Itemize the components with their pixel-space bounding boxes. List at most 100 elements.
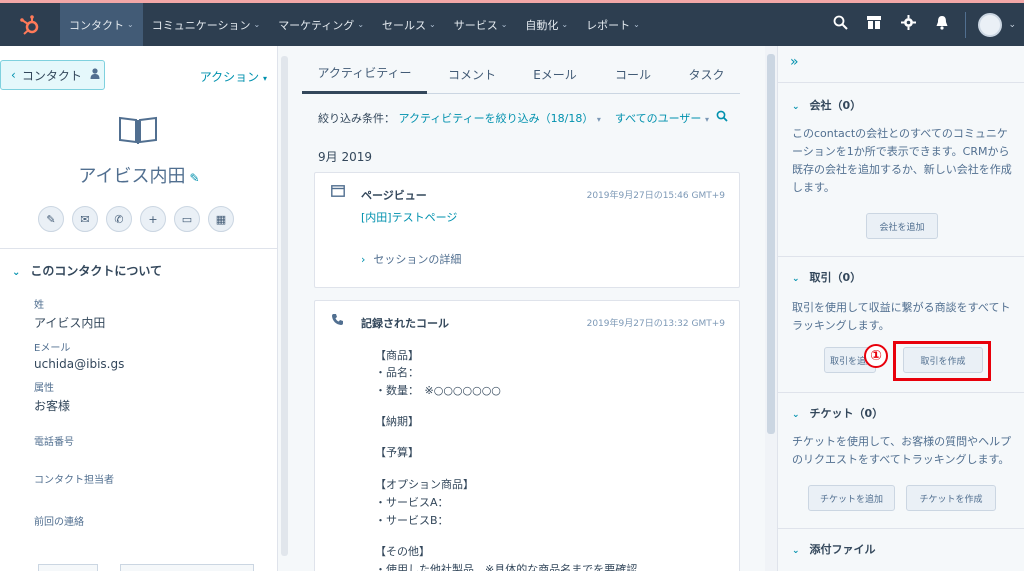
note-icon[interactable]: ✎ (38, 206, 64, 232)
view-all-properties-button[interactable] (38, 564, 98, 571)
settings-icon[interactable] (891, 15, 925, 34)
email-icon[interactable]: ✉ (72, 206, 98, 232)
meeting-icon[interactable]: ▭ (174, 206, 200, 232)
nav-contacts[interactable]: コンタクト ⌄ (60, 3, 143, 46)
tickets-section: ⌄ チケット（0） チケットを使用して、お客様の質問やヘルプのリクエストをすべてト… (778, 392, 1024, 528)
call-note-line: ・数量： ※○○○○○○○ (375, 384, 501, 397)
activity-timeline: アクティビティー コメント Eメール コール タスク 絞り込み条件： アクティビ… (290, 46, 765, 571)
add-ticket-button[interactable]: チケットを追加 (808, 485, 895, 511)
chevron-down-icon: ⌄ (633, 20, 640, 29)
nav-conversations[interactable]: コミュニケーション ⌄ (143, 3, 269, 46)
call-note-line: 【納期】 (375, 415, 419, 428)
deals-section-header[interactable]: ⌄ 取引（0） (792, 269, 861, 285)
chevron-down-icon: ⌄ (127, 20, 134, 29)
chevron-down-icon: ⌄ (561, 20, 569, 29)
step-number-badge: ① (864, 344, 888, 368)
nav-reports[interactable]: レポート ⌄ (577, 3, 649, 46)
property-phone[interactable]: 電話番号 (34, 433, 74, 448)
month-header: 9月 2019 (318, 150, 372, 164)
tab-notes[interactable]: コメント (427, 54, 517, 94)
companies-section: ⌄ 会社（0） このcontactの会社とのすべてのコミュニケーションを1か所で表… (778, 82, 1024, 256)
page-link[interactable]: [内田]テストページ (361, 209, 457, 225)
search-icon[interactable] (716, 110, 729, 125)
chevron-down-icon: ⌄ (429, 20, 436, 29)
timeline-tabs: アクティビティー コメント Eメール コール タスク (302, 54, 740, 94)
calendar-icon[interactable]: ▦ (208, 206, 234, 232)
caret-down-icon: ▾ (704, 115, 709, 124)
call-note-line: 【商品】 (375, 349, 419, 362)
quick-action-buttons: ✎ ✉ ✆ + ▭ ▦ (38, 206, 242, 232)
chevron-down-icon: ⌄ (792, 546, 800, 556)
caret-down-icon: ▾ (262, 74, 267, 83)
chevron-left-icon: ‹ (11, 68, 16, 82)
nav-separator (965, 11, 967, 38)
filter-users-dropdown[interactable]: すべてのユーザー ▾ (615, 112, 709, 125)
tab-activity[interactable]: アクティビティー (302, 54, 427, 94)
nav-sales[interactable]: セールス ⌄ (373, 3, 445, 46)
chevron-down-icon[interactable]: ⌄ (1008, 20, 1016, 30)
pageview-card: ページビュー 2019年9月27日の15:46 GMT+9 [内田]テストページ… (314, 172, 740, 288)
tickets-section-header[interactable]: ⌄ チケット（0） (792, 405, 883, 421)
call-icon[interactable]: ✆ (106, 206, 132, 232)
chevron-down-icon: ⌄ (792, 274, 800, 284)
actions-dropdown[interactable]: アクション ▾ (200, 68, 267, 85)
scrollbar-thumb[interactable] (281, 56, 288, 556)
add-icon[interactable]: + (140, 206, 166, 232)
call-note-line: ・品名： (375, 366, 419, 379)
chevron-down-icon: ⌄ (792, 410, 800, 420)
top-navigation: コンタクト ⌄ コミュニケーション ⌄ マーケティング ⌄ セールス ⌄ サービス ⌄ 自… (0, 0, 1024, 46)
add-company-button[interactable]: 会社を追加 (866, 213, 938, 239)
nav-automation[interactable]: 自動化 ⌄ (516, 3, 577, 46)
associations-sidebar: » ⌄ 会社（0） このcontactの会社とのすべてのコミュニケーションを1か所… (777, 46, 1024, 571)
contact-name: アイビス内田 ✎ (78, 166, 200, 187)
browser-window-icon (331, 185, 345, 201)
scrollbar-thumb[interactable] (767, 54, 775, 434)
attachments-section: ⌄ 添付ファイル (778, 528, 1024, 571)
tab-calls[interactable]: コール (593, 54, 673, 94)
caret-down-icon: ▾ (596, 115, 601, 124)
call-note-line: ・サービスB： (375, 514, 449, 527)
session-details-toggle[interactable]: › セッションの詳細 (361, 251, 461, 267)
property-attribute[interactable]: 属性 お客様 (34, 379, 70, 414)
chevron-down-icon: ⌄ (792, 102, 800, 112)
create-ticket-button[interactable]: チケットを作成 (906, 485, 996, 511)
contact-profile-panel: ‹ コンタクト アクション ▾ アイビス内田 ✎ ✎ ✉ ✆ + ▭ ▦ ⌄ このコ… (0, 46, 278, 571)
nav-marketing[interactable]: マーケティング ⌄ (269, 3, 373, 46)
filter-activity-dropdown[interactable]: アクティビティーを絞り込み（18/18） ▾ (399, 112, 601, 125)
property-last-name[interactable]: 姓 アイビス内田 (34, 296, 105, 331)
call-note-line: ・使用した他社製品 ※具体的な商品名までを要確認 (375, 563, 638, 571)
nav-service[interactable]: サービス ⌄ (445, 3, 517, 46)
user-avatar[interactable] (978, 12, 1003, 37)
person-icon (90, 68, 100, 82)
property-contact-owner[interactable]: コンタクト担当者 (34, 471, 114, 486)
chevron-down-icon: ⌄ (357, 20, 365, 29)
call-note-line: 【その他】 (375, 545, 430, 558)
tab-tasks[interactable]: タスク (673, 54, 740, 94)
property-email[interactable]: Eメール uchida@ibis.gs (34, 339, 124, 371)
chevron-right-icon: › (361, 253, 366, 266)
contact-logo-book-icon (117, 114, 159, 146)
call-note-line: ・サービスA： (375, 496, 449, 509)
logged-call-card: 記録されたコール 2019年9月27日の13:32 GMT+9 【商品】 ・品名… (314, 300, 740, 571)
left-scrollbar[interactable] (280, 46, 290, 571)
filter-bar: 絞り込み条件： アクティビティーを絞り込み（18/18） ▾ すべてのユーザー … (318, 110, 729, 126)
tab-emails[interactable]: Eメール (517, 54, 593, 94)
companies-section-header[interactable]: ⌄ 会社（0） (792, 97, 861, 113)
chevron-down-icon: ⌄ (500, 20, 508, 29)
notifications-icon[interactable] (925, 15, 959, 34)
call-note-line: 【オプション商品】 (375, 478, 474, 491)
divider (0, 248, 277, 249)
property-last-contacted[interactable]: 前回の連絡 (34, 513, 84, 528)
phone-icon (331, 313, 344, 330)
view-property-history-button[interactable] (120, 564, 254, 571)
edit-pencil-icon[interactable]: ✎ (190, 171, 200, 185)
timeline-scrollbar[interactable] (765, 46, 777, 571)
search-icon[interactable] (823, 15, 857, 34)
back-to-contacts-button[interactable]: ‹ コンタクト (0, 60, 105, 90)
expand-sidebar-icon[interactable]: » (790, 54, 799, 70)
about-section-header[interactable]: ⌄ このコンタクトについて (12, 262, 162, 279)
call-note-line: 【予算】 (375, 446, 419, 459)
attachments-section-header[interactable]: ⌄ 添付ファイル (792, 541, 876, 557)
hubspot-logo-icon[interactable] (0, 3, 60, 46)
marketplace-icon[interactable] (857, 15, 891, 34)
